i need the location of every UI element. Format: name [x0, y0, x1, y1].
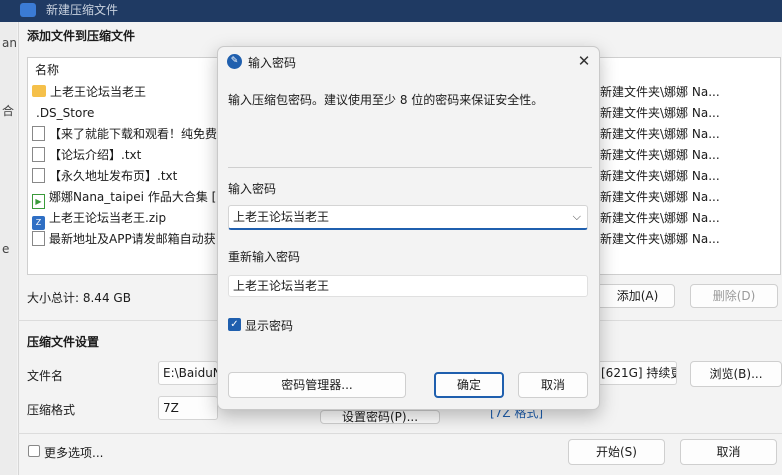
zip-file-icon: Z	[32, 216, 45, 230]
file-path: 新建文件夹\娜娜 Na...	[600, 106, 720, 120]
dialog-cancel-button[interactable]: 取消	[518, 372, 588, 398]
main-cancel-button[interactable]: 取消	[680, 439, 777, 465]
password-dialog: ✎ 输入密码 ✕ 输入压缩包密码。建议使用至少 8 位的密码来保证安全性。 输入…	[217, 46, 600, 410]
delete-button[interactable]: 删除(D)	[690, 284, 778, 308]
document-icon	[32, 126, 45, 141]
format-select[interactable]: 7Z	[158, 396, 218, 420]
list-item[interactable]: Z 上老王论坛当老王.zip	[32, 208, 167, 230]
password-input[interactable]: 上老王论坛当老王 ⌵	[228, 205, 588, 230]
background-app-strip: an 合 e	[0, 22, 17, 475]
list-item[interactable]: 【论坛介绍】.txt	[32, 145, 141, 165]
filename-input-suffix[interactable]: [621G] 持续更	[597, 361, 677, 385]
ok-button[interactable]: 确定	[434, 372, 504, 398]
list-item[interactable]: ▶ 娜娜Nana_taipei 作品大合集 [	[32, 187, 217, 209]
document-icon	[32, 147, 45, 162]
file-path: 新建文件夹\娜娜 Na...	[600, 232, 720, 246]
close-icon[interactable]: ✕	[573, 50, 595, 72]
file-path: 新建文件夹\娜娜 Na...	[600, 211, 720, 225]
file-name: 上老王论坛当老王	[50, 85, 147, 99]
left-fragment-1: an	[2, 36, 17, 50]
window-title: 新建压缩文件	[46, 3, 119, 17]
file-path: 新建文件夹\娜娜 Na...	[600, 85, 720, 99]
document-icon	[32, 168, 45, 183]
folder-icon	[32, 85, 46, 97]
file-name: 娜娜Nana_taipei 作品大合集 [	[49, 190, 217, 204]
file-name: 【来了就能下载和观看！纯免费	[49, 127, 218, 141]
file-name: 上老王论坛当老王.zip	[49, 211, 167, 225]
left-fragment-2: 合	[2, 104, 15, 118]
list-item[interactable]: 最新地址及APP请发邮箱自动获	[32, 229, 216, 249]
file-path: 新建文件夹\娜娜 Na...	[600, 127, 720, 141]
key-icon: ✎	[227, 54, 242, 69]
confirm-password-label: 重新输入密码	[228, 250, 301, 264]
password-manager-button[interactable]: 密码管理器...	[228, 372, 406, 398]
dialog-description: 输入压缩包密码。建议使用至少 8 位的密码来保证安全性。	[228, 93, 544, 107]
dialog-divider	[228, 167, 592, 168]
left-fragment-3: e	[2, 242, 10, 256]
footer-divider	[18, 433, 782, 434]
chevron-down-icon[interactable]: ⌵	[573, 206, 581, 228]
document-icon	[32, 231, 45, 246]
format-label: 压缩格式	[27, 403, 76, 417]
file-name: 【永久地址发布页】.txt	[49, 169, 178, 183]
file-name: 最新地址及APP请发邮箱自动获	[49, 232, 216, 246]
set-password-button[interactable]: 设置密码(P)...	[320, 410, 440, 424]
show-password-label[interactable]: 显示密码	[245, 317, 293, 334]
format-info-link[interactable]: [7Z 格式]	[490, 410, 543, 420]
app-icon	[20, 3, 36, 17]
file-path: 新建文件夹\娜娜 Na...	[600, 148, 720, 162]
list-item[interactable]: 【永久地址发布页】.txt	[32, 166, 177, 186]
total-size: 大小总计: 8.44 GB	[27, 291, 131, 305]
video-file-icon: ▶	[32, 194, 45, 209]
file-name: 【论坛介绍】.txt	[49, 148, 142, 162]
file-name: .DS_Store	[36, 106, 95, 120]
file-path: 新建文件夹\娜娜 Na...	[600, 190, 720, 204]
show-password-checkbox[interactable]: ✓	[228, 318, 241, 331]
section-title: 添加文件到压缩文件	[27, 29, 136, 43]
file-path: 新建文件夹\娜娜 Na...	[600, 169, 720, 183]
more-options-label[interactable]: 更多选项...	[44, 444, 103, 461]
list-item[interactable]: .DS_Store	[32, 103, 94, 123]
dialog-title: 输入密码	[248, 56, 297, 70]
password-label: 输入密码	[228, 182, 277, 196]
list-item[interactable]: 上老王论坛当老王	[32, 82, 146, 102]
filename-input[interactable]: E:\BaiduN	[158, 361, 218, 385]
start-button[interactable]: 开始(S)	[568, 439, 665, 465]
more-options-checkbox[interactable]	[28, 445, 40, 457]
list-item[interactable]: 【来了就能下载和观看！纯免费	[32, 124, 217, 144]
filename-label: 文件名	[27, 369, 64, 383]
browse-button[interactable]: 浏览(B)...	[690, 361, 782, 387]
password-value: 上老王论坛当老王	[233, 210, 330, 224]
column-header-name[interactable]: 名称	[35, 60, 59, 80]
settings-title: 压缩文件设置	[27, 335, 100, 349]
confirm-password-input[interactable]: 上老王论坛当老王	[228, 275, 588, 297]
